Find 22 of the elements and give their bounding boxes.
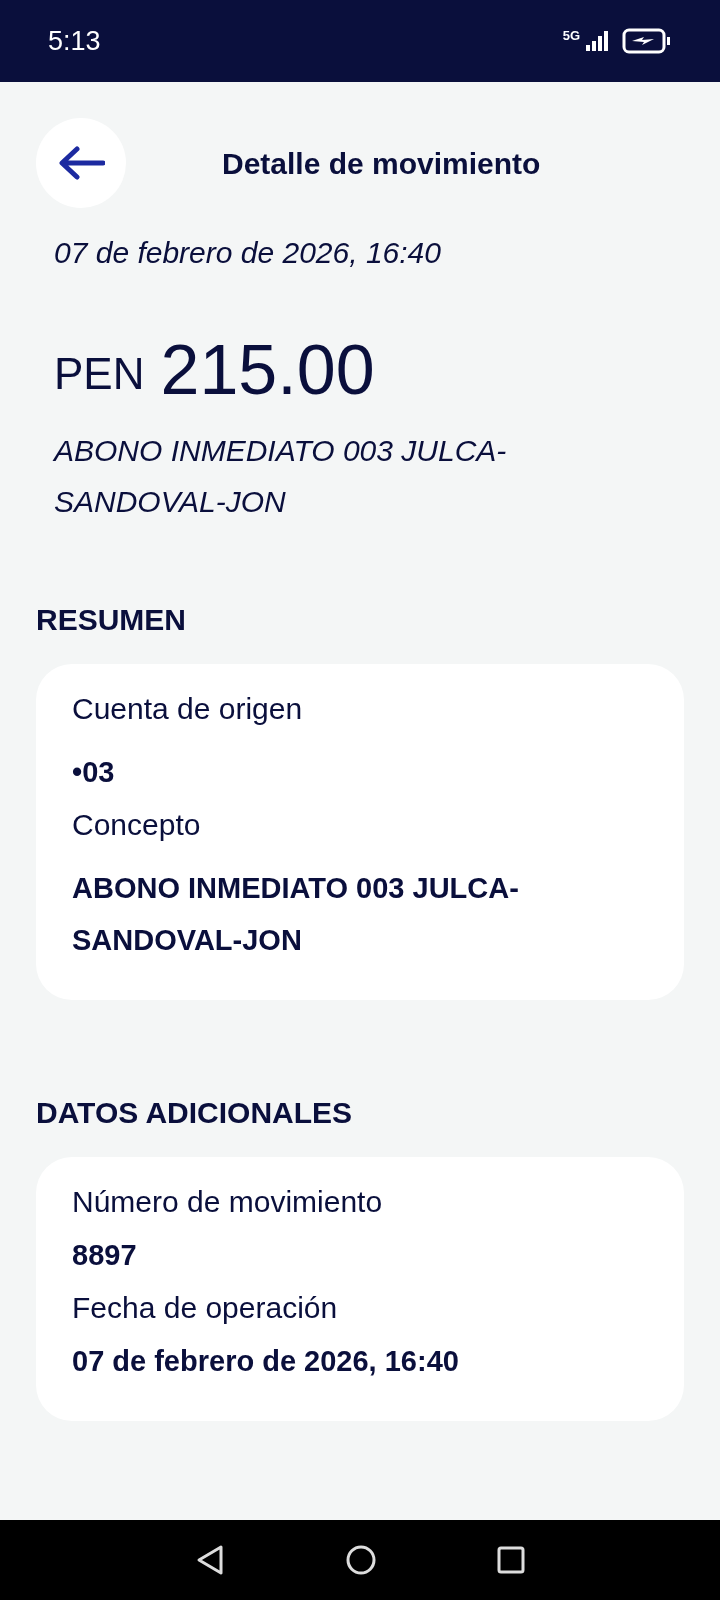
field-label: Concepto <box>72 807 202 843</box>
battery-icon <box>622 28 672 54</box>
field-label: Fecha de operación <box>72 1290 339 1326</box>
field-value: 8897 <box>72 1238 138 1273</box>
section-title: DATOS ADICIONALES <box>36 1095 354 1131</box>
field-value: ABONO INMEDIATO 003 JULCA-SANDOVAL-JON <box>72 871 520 958</box>
recents-nav-icon[interactable] <box>497 1546 525 1574</box>
date-text: 07 de febrero de 2026, 16:40 <box>54 235 442 271</box>
field-label: Cuenta de origen <box>72 691 304 727</box>
home-nav-icon[interactable] <box>345 1544 377 1576</box>
clock-time: 5:13 <box>48 24 101 58</box>
section-title: RESUMEN <box>36 602 187 638</box>
currency-label: PEN <box>54 348 145 400</box>
description-text: ABONO INMEDIATO 003 JULCA-SANDOVAL-JON <box>54 433 508 520</box>
network-label: 5G <box>562 28 580 42</box>
page-title: Detalle de movimiento <box>222 145 541 182</box>
back-nav-icon[interactable] <box>195 1544 225 1576</box>
amount-value: 215.00 <box>160 335 375 405</box>
field-label: Número de movimiento <box>72 1184 384 1220</box>
back-arrow-icon <box>57 145 105 181</box>
field-value: •03 <box>72 755 116 790</box>
field-value: 07 de febrero de 2026, 16:40 <box>72 1344 460 1379</box>
